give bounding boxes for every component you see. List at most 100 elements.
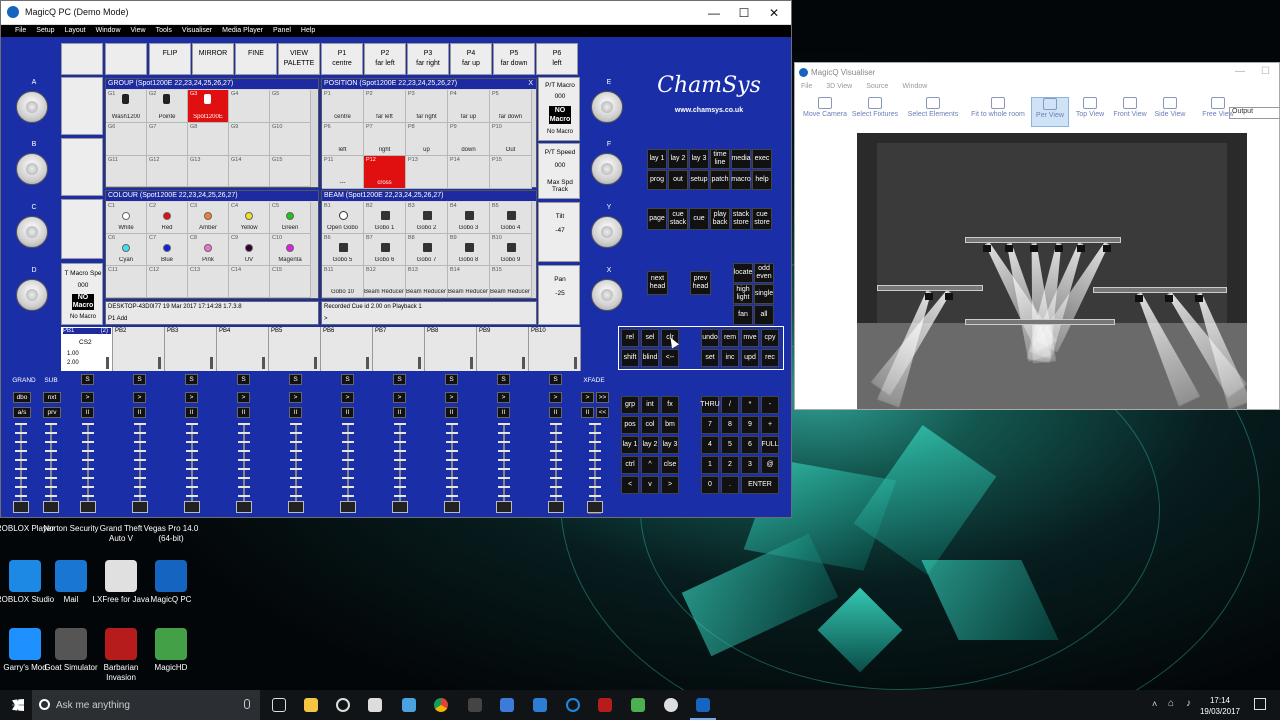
s-button[interactable]: S bbox=[185, 374, 198, 385]
visualiser-menu-file[interactable]: File bbox=[801, 83, 812, 90]
position-cell-p2[interactable]: P2 far left bbox=[364, 90, 406, 123]
key-next-head[interactable]: next head bbox=[647, 271, 668, 295]
beam-cell-b4[interactable]: B4 Gobo 3 bbox=[448, 202, 490, 234]
key-upd[interactable]: upd bbox=[741, 349, 759, 367]
playback-pb6[interactable]: PB6 bbox=[321, 327, 373, 371]
blank-softkey[interactable] bbox=[105, 43, 147, 75]
group-cell-g13[interactable]: G13 bbox=[188, 156, 229, 187]
group-cell-g14[interactable]: G14 bbox=[229, 156, 270, 187]
key-full[interactable]: FULL bbox=[761, 436, 779, 454]
pause-button[interactable]: II bbox=[581, 407, 594, 418]
colour-cell-c6[interactable]: C6 Cyan bbox=[106, 234, 147, 266]
go-button[interactable]: > bbox=[185, 392, 198, 403]
key-2[interactable]: 2 bbox=[721, 456, 739, 474]
menu-window[interactable]: Window bbox=[96, 26, 121, 34]
softkey-p2-far-left[interactable]: P2 far left bbox=[364, 43, 406, 75]
fader[interactable] bbox=[13, 423, 29, 515]
colour-cell-c10[interactable]: C10 Magenta bbox=[270, 234, 311, 266]
chevron-up-icon[interactable]: ˄ bbox=[1152, 699, 1157, 709]
position-cell-p12[interactable]: P12 cross bbox=[364, 156, 406, 189]
visualiser-menu-source[interactable]: Source bbox=[866, 83, 888, 90]
softkey-view-palette[interactable]: VIEW PALETTE bbox=[278, 43, 320, 75]
xbox-icon[interactable] bbox=[664, 698, 678, 712]
key-shift[interactable]: shift bbox=[621, 349, 639, 367]
pause-button[interactable]: II bbox=[445, 407, 458, 418]
softkey-p3-far-right[interactable]: P3 far right bbox=[407, 43, 449, 75]
blank-softkey[interactable] bbox=[61, 199, 103, 259]
minimize-button[interactable]: — bbox=[699, 4, 729, 22]
beam-cell-b12[interactable]: B12 Beam Reducer 1 bbox=[364, 266, 406, 298]
playback-pb9[interactable]: PB9 bbox=[477, 327, 529, 371]
network-icon[interactable]: ⌂ bbox=[1168, 698, 1174, 709]
encoder-e-knob[interactable] bbox=[591, 91, 623, 123]
key-3[interactable]: 3 bbox=[741, 456, 759, 474]
fader[interactable] bbox=[236, 423, 252, 515]
file-explorer-icon[interactable] bbox=[304, 698, 318, 712]
key-thru[interactable]: THRU bbox=[700, 396, 720, 414]
key-fx[interactable]: fx bbox=[661, 396, 679, 414]
encoder-d-knob[interactable] bbox=[16, 279, 48, 311]
group-cell-g8[interactable]: G8 bbox=[188, 123, 229, 156]
output-select[interactable]: Output bbox=[1229, 107, 1280, 119]
pause-button[interactable]: II bbox=[341, 407, 354, 418]
fader-nxt-button[interactable]: nxt bbox=[43, 392, 61, 403]
softkey-mirror[interactable]: MIRROR bbox=[192, 43, 234, 75]
softkey-p5-far-down[interactable]: P5 far down bbox=[493, 43, 535, 75]
softkey-p4-far-up[interactable]: P4 far up bbox=[450, 43, 492, 75]
key-set[interactable]: set bbox=[701, 349, 719, 367]
pan-box[interactable]: Pan -25 bbox=[538, 265, 580, 325]
beam-cell-b3[interactable]: B3 Gobo 2 bbox=[406, 202, 448, 234]
key-grp[interactable]: grp bbox=[621, 396, 639, 414]
group-cell-g10[interactable]: G10 bbox=[270, 123, 311, 156]
blank-softkey[interactable] bbox=[61, 43, 103, 75]
fader-dbo-button[interactable]: dbo bbox=[13, 392, 31, 403]
beam-cell-b8[interactable]: B8 Gobo 7 bbox=[406, 234, 448, 266]
position-cell-p7[interactable]: P7 right bbox=[364, 123, 406, 156]
key-stack-store[interactable]: stack store bbox=[731, 208, 751, 230]
key-undo[interactable]: undo bbox=[701, 329, 719, 347]
close-button[interactable]: ✕ bbox=[759, 4, 789, 22]
fader-cap[interactable] bbox=[43, 501, 59, 513]
tool-icon[interactable] bbox=[402, 698, 416, 712]
s-button[interactable]: S bbox=[133, 374, 146, 385]
pause-button[interactable]: II bbox=[133, 407, 146, 418]
key-blank[interactable]: / bbox=[721, 396, 739, 414]
key-prev-head[interactable]: prev head bbox=[690, 271, 711, 295]
position-cell-p3[interactable]: P3 far right bbox=[406, 90, 448, 123]
tool-side-view[interactable]: Side View bbox=[1151, 97, 1189, 127]
playback-pb4[interactable]: PB4 bbox=[217, 327, 269, 371]
key-int[interactable]: int bbox=[641, 396, 659, 414]
playback-pb3[interactable]: PB3 bbox=[165, 327, 217, 371]
key-blind[interactable]: blind bbox=[641, 349, 659, 367]
go-button[interactable]: > bbox=[289, 392, 302, 403]
fader-cap[interactable] bbox=[496, 501, 512, 513]
beam-cell-b5[interactable]: B5 Gobo 4 bbox=[490, 202, 532, 234]
playback-pb7[interactable]: PB7 bbox=[373, 327, 425, 371]
key-fan[interactable]: fan bbox=[733, 305, 753, 325]
s-button[interactable]: S bbox=[81, 374, 94, 385]
menu-file[interactable]: File bbox=[15, 26, 26, 34]
store-icon[interactable] bbox=[368, 698, 382, 712]
s-button[interactable]: S bbox=[549, 374, 562, 385]
colour-cell-c13[interactable]: C13 bbox=[188, 266, 229, 298]
menu-tools[interactable]: Tools bbox=[156, 26, 172, 34]
fader[interactable] bbox=[496, 423, 512, 515]
softkey-fine[interactable]: FINE bbox=[235, 43, 277, 75]
softkey-flip[interactable]: FLIP bbox=[149, 43, 191, 75]
app-icon[interactable] bbox=[468, 698, 482, 712]
menu-panel[interactable]: Panel bbox=[273, 26, 291, 34]
key-high-light[interactable]: high light bbox=[733, 284, 753, 304]
tool-per-view[interactable]: Per View bbox=[1031, 97, 1069, 127]
tool-fit-to-whole-room[interactable]: Fit to whole room bbox=[967, 97, 1029, 127]
beam-cell-b9[interactable]: B9 Gobo 8 bbox=[448, 234, 490, 266]
key-lay-2[interactable]: lay 2 bbox=[641, 436, 659, 454]
key-8[interactable]: 8 bbox=[721, 416, 739, 434]
group-cell-g4[interactable]: G4 bbox=[229, 90, 270, 123]
menu-setup[interactable]: Setup bbox=[36, 26, 54, 34]
key-4[interactable]: 4 bbox=[701, 436, 719, 454]
desktop-icon-vegas-pro-14-0-64-bit[interactable]: Vegas Pro 14.0 (64-bit) bbox=[141, 520, 201, 543]
fader[interactable] bbox=[444, 423, 460, 515]
volume-icon[interactable]: ♪ bbox=[1186, 698, 1191, 709]
key-blank[interactable]: . bbox=[721, 476, 739, 494]
pause-button[interactable]: II bbox=[185, 407, 198, 418]
